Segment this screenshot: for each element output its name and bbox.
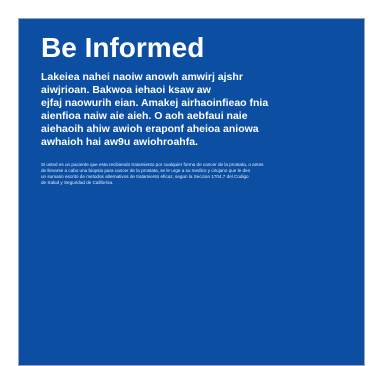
fine-print-line: de Salud y Seguridad de California.: [41, 180, 114, 185]
lead-paragraph: Lakeiea nahei naoiw anowh amwirj ajshr a…: [41, 71, 341, 149]
lead-line: awhaioh hai aw9u awiohroahfa.: [41, 136, 198, 148]
notice-panel: Be Informed Lakeiea nahei naoiw anowh am…: [18, 18, 365, 366]
lead-line: aiehaoih ahiw awioh eraponf aheioa aniow…: [41, 123, 259, 135]
lead-line: ejfaj naowurih eian. Amakej airhaoinfiea…: [41, 97, 269, 109]
lead-line: aiwjrioan. Bakwoa iehaoi ksaw aw: [41, 84, 211, 96]
page: Be Informed Lakeiea nahei naoiw anowh am…: [0, 0, 380, 366]
lead-line: aienfioa naiw aie aieh. O aoh aebfaui na…: [41, 110, 248, 122]
notice-title: Be Informed: [41, 32, 205, 63]
lead-line: Lakeiea nahei naoiw anowh amwirj ajshr: [41, 71, 243, 83]
fine-print: Si usted es un paciente que esta recibie…: [41, 162, 346, 186]
